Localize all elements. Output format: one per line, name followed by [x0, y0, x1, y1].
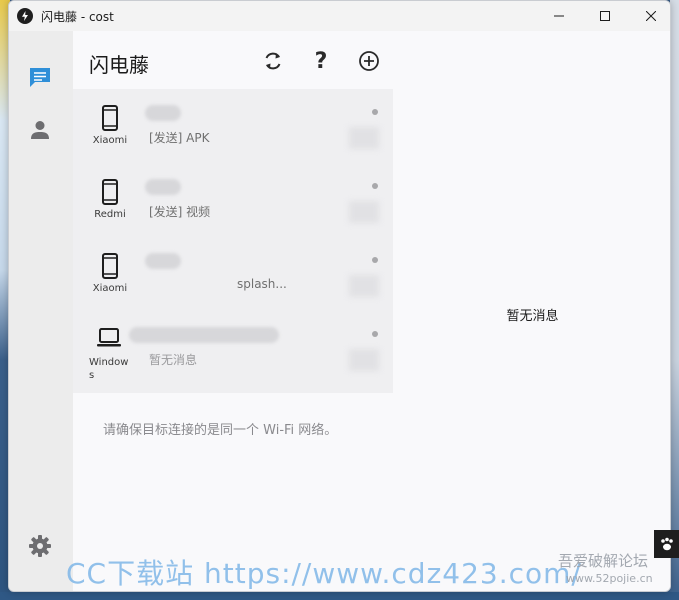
minimize-icon	[554, 15, 564, 17]
help-icon: ?	[314, 48, 328, 74]
device-last-message: [发送] APK	[149, 131, 210, 145]
maximize-button[interactable]	[582, 1, 628, 31]
device-last-message: [发送] 视频	[149, 205, 211, 219]
rail-item-settings[interactable]	[27, 533, 53, 559]
chat-icon	[30, 68, 50, 87]
gear-icon	[29, 535, 51, 557]
device-last-message: 暂无消息	[149, 353, 198, 367]
add-device-button[interactable]	[355, 47, 383, 75]
device-label-blurred	[145, 105, 181, 121]
refresh-icon	[265, 52, 281, 70]
device-name: Window s	[89, 357, 129, 381]
timestamp-blurred	[349, 127, 379, 149]
watermark-forum-url: www.52pojie.cn	[566, 572, 653, 585]
device-list-item[interactable]: Xiaomi [发送] APK	[73, 89, 393, 163]
status-dot	[372, 331, 378, 337]
laptop-icon	[97, 328, 121, 347]
rail-item-messages[interactable]	[27, 64, 53, 90]
device-list-item[interactable]: Redmi [发送] 视频	[73, 163, 393, 237]
phone-icon	[102, 179, 118, 205]
watermark-site-url: CC下载站 https://www.cdz423.com/	[66, 557, 582, 590]
device-list-item[interactable]: Window s 暂无消息	[73, 311, 393, 385]
device-list-item[interactable]: Xiaomi splash...	[73, 237, 393, 311]
desktop-background-bottom	[0, 592, 679, 600]
add-circle-icon	[359, 51, 379, 71]
app-logo-icon	[17, 8, 33, 24]
device-name: Redmi	[94, 209, 126, 220]
page-title: 闪电藤	[89, 53, 149, 77]
phone-icon	[102, 105, 118, 131]
wifi-hint-text: 请确保目标连接的是同一个 Wi-Fi 网络。	[103, 423, 338, 438]
rail-item-contacts[interactable]	[27, 117, 53, 143]
navigation-rail	[9, 31, 73, 591]
help-button[interactable]: ?	[307, 47, 335, 75]
device-name: Xiaomi	[92, 135, 128, 146]
watermark-forum-name: 吾爱破解论坛	[558, 552, 649, 570]
phone-icon	[102, 253, 118, 279]
timestamp-blurred	[349, 275, 379, 297]
close-button[interactable]	[628, 1, 670, 31]
status-dot	[372, 257, 378, 263]
device-panel: 闪电藤 ? Xiaomi [发送] APK Redmi [发送] 视频 Xiao…	[73, 31, 393, 591]
status-dot	[372, 183, 378, 189]
status-dot	[372, 109, 378, 115]
minimize-button[interactable]	[536, 1, 582, 31]
timestamp-blurred	[349, 201, 379, 223]
empty-state-text: 暂无消息	[506, 309, 559, 324]
message-detail-pane: 暂无消息	[393, 31, 670, 591]
window-title: 闪电藤 - cost	[41, 10, 114, 24]
device-label-blurred	[145, 253, 181, 269]
timestamp-blurred	[349, 349, 379, 371]
device-list: Xiaomi [发送] APK Redmi [发送] 视频 Xiaomi spl…	[73, 89, 393, 393]
paw-logo-icon	[654, 530, 679, 558]
device-label-blurred	[145, 179, 181, 195]
maximize-icon	[600, 11, 610, 21]
title-bar[interactable]: 闪电藤 - cost	[9, 1, 670, 31]
device-last-message: splash...	[237, 277, 287, 291]
refresh-button[interactable]	[259, 47, 287, 75]
app-window: 闪电藤 - cost 闪电藤 ? Xiaomi [发送] APK Redmi […	[8, 0, 671, 592]
device-label-blurred	[129, 327, 279, 343]
close-icon	[646, 11, 656, 21]
person-icon	[31, 121, 49, 139]
desktop-background-right	[670, 0, 679, 600]
device-name: Xiaomi	[92, 283, 128, 294]
